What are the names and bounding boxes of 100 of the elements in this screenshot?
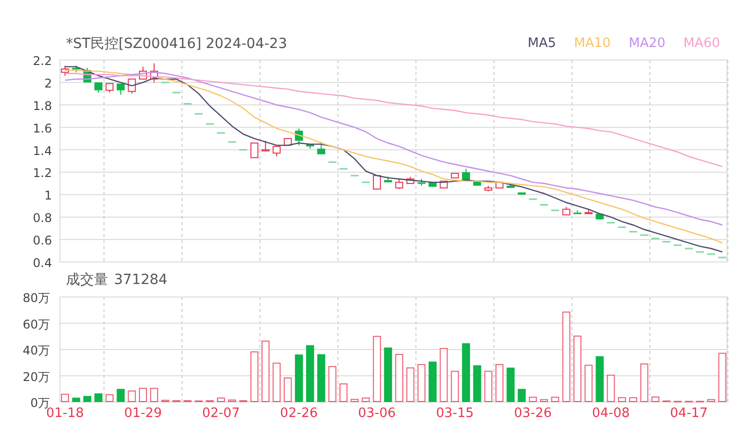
legend-label: MA20	[628, 35, 666, 53]
volume-bar	[551, 396, 560, 402]
candlestick	[462, 168, 470, 181]
volume-bar	[94, 393, 102, 402]
candlestick	[584, 208, 593, 214]
volume-bar	[718, 352, 726, 402]
volume-bar	[495, 364, 504, 402]
volume-bar	[216, 398, 225, 402]
volume-bar	[350, 398, 359, 402]
candlestick	[518, 192, 526, 196]
axis-label: 1.8	[32, 98, 52, 113]
volume-bar	[328, 366, 336, 402]
candlestick	[262, 140, 270, 152]
volume-bar	[707, 399, 716, 402]
volume-bar	[384, 348, 392, 402]
legend-label: MA10	[574, 35, 611, 53]
volume-bar	[651, 396, 660, 402]
volume-bar	[417, 364, 426, 402]
axis-label: 40万	[22, 344, 50, 358]
candlestick	[596, 213, 604, 220]
axis-label: 2.2	[32, 54, 52, 68]
axis-label: 1.4	[32, 144, 52, 158]
volume-bar	[306, 345, 314, 402]
volume-bar	[640, 363, 648, 402]
candlestick	[406, 176, 414, 184]
axis-label: 1.6	[32, 121, 52, 136]
axis-label: 03-15	[436, 406, 474, 421]
candlestick	[116, 83, 125, 96]
axis-label: 60万	[22, 317, 50, 332]
volume-bar	[372, 336, 381, 402]
candlestick	[128, 78, 136, 94]
volume-bar	[161, 400, 170, 402]
volume-bar	[83, 396, 92, 402]
candlestick	[272, 146, 281, 157]
volume-bar	[606, 374, 615, 402]
volume-bar	[395, 354, 404, 402]
candlestick	[428, 182, 437, 188]
volume-bar	[440, 348, 448, 402]
volume-bar	[284, 377, 292, 402]
volume-bar	[116, 388, 125, 402]
axis-label: 02-26	[280, 406, 318, 421]
axis-label: 80万	[22, 291, 50, 305]
candlestick	[61, 65, 69, 76]
candlestick	[106, 83, 114, 94]
volume-bar	[596, 356, 604, 402]
volume-bar	[573, 336, 582, 402]
volume-bar	[450, 370, 459, 402]
volume-bar	[428, 362, 437, 402]
volume-bar	[584, 364, 593, 402]
candlestick	[573, 210, 582, 214]
volume-bar	[72, 398, 80, 402]
volume-bar	[518, 388, 526, 402]
chart-title: *ST民控[SZ000416] 2024-04-23	[66, 35, 288, 54]
volume-bar	[629, 397, 638, 402]
axis-label: 04-08	[592, 406, 630, 421]
legend-label: MA60	[683, 35, 720, 53]
volume-bar	[106, 394, 114, 402]
axis-label: 2	[44, 76, 52, 90]
volume-bar	[340, 383, 348, 402]
candlestick	[473, 180, 482, 186]
volume-label: 成交量	[66, 271, 108, 289]
volume-bar	[138, 388, 147, 402]
candlestick	[294, 128, 303, 146]
volume-bar	[528, 396, 537, 402]
volume-bar	[473, 365, 482, 402]
candlestick	[72, 65, 80, 73]
axis-label: 03-06	[358, 406, 396, 421]
candlestick	[250, 142, 258, 158]
volume-bar	[272, 362, 281, 402]
candlestick	[138, 66, 147, 80]
axis-label: 0.4	[32, 256, 52, 270]
axis-label: 04-17	[670, 406, 708, 421]
volume-bar	[317, 354, 326, 402]
candlestick	[384, 176, 392, 183]
volume-bar	[250, 351, 258, 402]
volume-bar	[618, 397, 626, 402]
axis-label: 1.2	[32, 166, 52, 180]
axis-label: 0.8	[32, 211, 52, 226]
volume-bar	[362, 398, 370, 402]
volume-bar	[61, 394, 69, 402]
axis-label: 02-07	[202, 406, 240, 421]
volume-bar	[150, 388, 158, 402]
axis-label: 01-29	[124, 406, 162, 421]
legend-label: MA5	[528, 35, 556, 53]
volume-bar	[462, 343, 470, 402]
volume-bar	[540, 399, 548, 402]
candlestick	[562, 206, 570, 216]
candlestick	[484, 185, 492, 192]
candlestick	[94, 82, 102, 94]
candlestick	[372, 175, 381, 190]
volume-value: 371284	[114, 272, 168, 288]
candlestick	[495, 182, 504, 188]
volume-bar	[262, 340, 270, 402]
candlestick	[150, 62, 158, 83]
candlestick	[306, 144, 314, 150]
volume-bar	[506, 368, 515, 402]
volume-bar	[484, 370, 492, 402]
volume-bar	[406, 367, 414, 402]
axis-label: 1	[44, 188, 52, 203]
candlestick	[395, 178, 404, 190]
